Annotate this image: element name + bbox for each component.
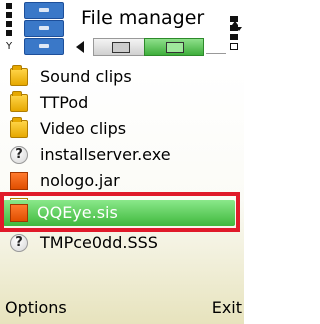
tab-left-arrow-icon[interactable] bbox=[76, 41, 84, 53]
exit-softkey[interactable]: Exit bbox=[212, 297, 242, 319]
file-name: TTPod bbox=[40, 93, 89, 112]
battery-icon bbox=[230, 16, 238, 52]
selection-highlight-box bbox=[0, 192, 240, 232]
tab-phone-memory[interactable] bbox=[93, 38, 145, 56]
unknown-file-icon: ? bbox=[10, 234, 28, 252]
list-item[interactable]: Sound clips bbox=[0, 64, 244, 90]
memory-tab-bar bbox=[76, 38, 226, 56]
java-app-icon bbox=[10, 172, 28, 190]
folder-icon bbox=[10, 117, 28, 138]
file-name: Sound clips bbox=[40, 67, 132, 86]
tab-divider bbox=[206, 53, 226, 54]
file-name: TMPce0dd.SSS bbox=[40, 233, 158, 252]
file-manager-icon bbox=[24, 2, 64, 55]
file-name: nologo.jar bbox=[40, 171, 120, 190]
phone-memory-icon bbox=[112, 42, 130, 53]
list-item[interactable]: TTPod bbox=[0, 90, 244, 116]
unknown-file-icon: ? bbox=[10, 146, 28, 164]
page-title: File manager bbox=[81, 7, 205, 29]
memory-card-icon bbox=[166, 42, 184, 53]
list-item[interactable]: nologo.jar bbox=[0, 168, 244, 194]
screen: Y File manager Sound clips TTPod Video c… bbox=[0, 0, 244, 324]
softkey-bar: Options Exit bbox=[0, 296, 244, 324]
file-name: Video clips bbox=[40, 119, 127, 138]
antenna-icon: Y bbox=[6, 41, 13, 52]
folder-icon bbox=[10, 91, 28, 112]
folder-icon bbox=[10, 65, 28, 86]
options-softkey[interactable]: Options bbox=[5, 297, 67, 319]
file-name: installserver.exe bbox=[40, 145, 171, 164]
list-item[interactable]: ? TMPce0dd.SSS bbox=[0, 230, 244, 256]
list-item[interactable]: ? installserver.exe bbox=[0, 142, 244, 168]
tab-memory-card[interactable] bbox=[144, 38, 204, 56]
signal-strength-icon bbox=[6, 3, 12, 43]
list-item[interactable]: Video clips bbox=[0, 116, 244, 142]
